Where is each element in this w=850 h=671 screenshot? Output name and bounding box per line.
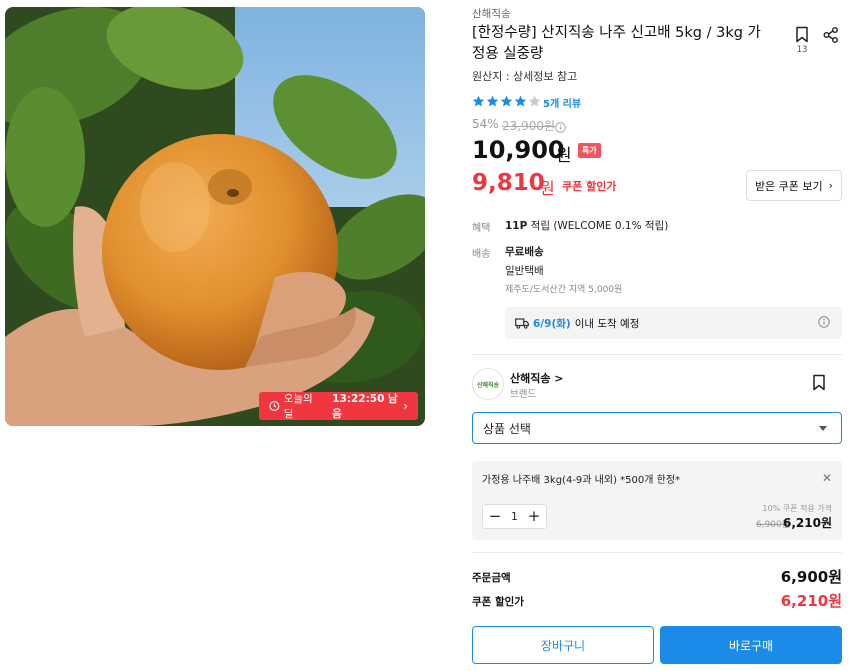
brand-bookmark-button[interactable] — [812, 374, 826, 395]
coupon-price-unit: 원 — [540, 179, 555, 198]
decrease-quantity-button[interactable]: − — [488, 509, 502, 524]
view-coupons-button[interactable]: 받은 쿠폰 보기 › — [746, 170, 842, 201]
arrival-estimate: 6/9(화) 이내 도착 예정 — [505, 307, 842, 339]
bookmark-count: 13 — [796, 45, 808, 55]
product-image: 오늘의딜 13:22:50 남음 › — [5, 7, 425, 426]
deal-time-left: 13:22:50 남음 — [332, 393, 398, 420]
brand-logo[interactable]: 산해직송 — [472, 368, 504, 400]
divider — [472, 552, 842, 553]
sale-price-unit: 원 — [556, 146, 572, 166]
brand-logo-text: 산해직송 — [476, 381, 500, 389]
shop-name[interactable]: 산해직송 — [472, 6, 511, 21]
divider — [472, 354, 842, 355]
order-amount: 6,900원 — [780, 568, 842, 586]
option-select-placeholder: 상품 선택 — [483, 421, 531, 436]
rating-stars[interactable] — [472, 95, 541, 107]
quantity-value: 1 — [511, 510, 518, 523]
origin-info: 원산지 : 상세정보 참고 — [472, 70, 578, 83]
share-icon — [823, 27, 838, 43]
star-filled-icon — [500, 95, 513, 107]
bookmark-icon — [796, 26, 808, 43]
shipping-type: 일반택배 — [505, 265, 544, 277]
shipping-label: 배송 — [472, 249, 491, 260]
sale-price: 10,900 — [472, 136, 565, 164]
product-detail-panel: 산해직송 [한정수량] 산지직송 나주 신고배 5kg / 3kg 가정용 실중… — [472, 0, 842, 671]
coupon-price: 9,810 — [472, 170, 545, 196]
close-icon: ✕ — [821, 471, 832, 485]
benefit-label: 혜택 — [472, 223, 491, 234]
buy-now-button[interactable]: 바로구매 — [660, 626, 842, 664]
arrival-date: 6/9(화) — [533, 317, 571, 330]
coupon-price-label: 쿠폰 할인가 — [562, 180, 617, 193]
increase-quantity-button[interactable]: + — [527, 509, 541, 524]
add-to-cart-button[interactable]: 장바구니 — [472, 626, 654, 664]
star-filled-icon — [486, 95, 499, 107]
original-price: 23,900원 — [502, 119, 556, 133]
clock-icon — [269, 401, 280, 411]
pear-photo — [5, 7, 425, 426]
free-shipping: 무료배송 — [505, 246, 544, 258]
discount-amount-label: 쿠폰 할인가 — [472, 596, 524, 608]
discount-amount: 6,210원 — [780, 592, 842, 610]
caret-down-icon — [819, 426, 827, 431]
star-filled-icon — [514, 95, 527, 107]
order-amount-label: 주문금액 — [472, 572, 511, 584]
quantity-stepper[interactable]: − 1 + — [482, 504, 547, 529]
arrival-info-button[interactable] — [818, 316, 830, 331]
product-option-select[interactable]: 상품 선택 — [472, 412, 842, 444]
shipping-extra-fee: 제주도/도서산간 지역 5,000원 — [505, 285, 623, 295]
star-filled-icon — [472, 95, 485, 107]
selected-option-card: 가정용 나주배 3kg(4-9과 내외) *500개 한정* ✕ − 1 + 1… — [472, 461, 842, 540]
bookmark-button[interactable] — [792, 26, 812, 47]
brand-sub-label: 브랜드 — [510, 389, 537, 400]
points-amount: 11P — [505, 220, 528, 232]
product-title: [한정수량] 산지직송 나주 신고배 5kg / 3kg 가정용 실중량 — [472, 25, 761, 62]
points-text: 적립 (WELCOME 0.1% 적립) — [530, 220, 669, 232]
star-empty-icon — [528, 95, 541, 107]
brand-name-link[interactable]: 산해직송 > — [510, 370, 564, 386]
coupon-applied-label: 10% 쿠폰 적용 가격 — [762, 504, 832, 513]
review-link[interactable]: 5개 리뷰 — [543, 95, 581, 110]
arrival-text: 이내 도착 예정 — [574, 317, 640, 330]
chevron-right-icon: › — [828, 179, 834, 192]
benefit-points: 11P 적립 (WELCOME 0.1% 적립) — [505, 218, 668, 233]
info-icon — [818, 316, 830, 328]
info-icon — [555, 122, 566, 133]
deal-timer-banner[interactable]: 오늘의딜 13:22:50 남음 › — [259, 392, 418, 420]
truck-icon — [515, 317, 529, 329]
share-button[interactable] — [822, 26, 840, 48]
special-deal-badge: 특가 — [578, 143, 601, 158]
price-info-button[interactable] — [555, 118, 566, 137]
bookmark-icon — [813, 374, 825, 391]
remove-option-button[interactable]: ✕ — [822, 471, 832, 485]
selected-option-name: 가정용 나주배 3kg(4-9과 내외) *500개 한정* — [482, 475, 681, 486]
view-coupons-label: 받은 쿠폰 보기 — [754, 179, 823, 193]
discount-rate: 54% — [472, 117, 499, 131]
deal-label: 오늘의딜 — [283, 393, 313, 420]
chevron-right-icon: › — [403, 399, 408, 413]
option-final-price: 6,210원 — [783, 516, 832, 530]
